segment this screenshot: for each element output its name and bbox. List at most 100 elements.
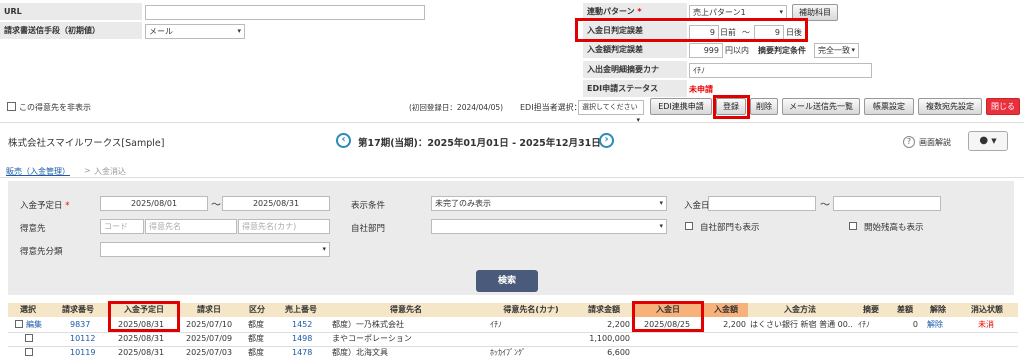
chevron-down-icon: ▼: [991, 137, 997, 145]
col-customer-kana: 得意先名(カナ): [503, 305, 559, 314]
prev-period-icon[interactable]: ‹: [336, 133, 351, 148]
due-to-input[interactable]: 2025/08/31: [222, 196, 330, 211]
row-kind: 都度: [248, 334, 264, 343]
amount-error-label: 入金額判定誤差: [583, 41, 687, 58]
kana-label: 入出金明細摘要カナ: [583, 61, 687, 78]
row-checkbox[interactable]: [25, 334, 33, 342]
url-input[interactable]: [145, 5, 425, 20]
col-payamount: 入金額: [714, 305, 738, 314]
row-sale-no[interactable]: 1478: [292, 347, 312, 359]
edi-person-label: EDI担当者選択：: [520, 103, 582, 112]
user-menu[interactable]: ● ▼: [968, 131, 1008, 151]
display-cond-label: 表示条件: [351, 201, 386, 211]
company-name: 株式会社スマイルワークス[Sample]: [8, 138, 165, 149]
row-invoice-no[interactable]: 10112: [70, 333, 95, 345]
row-kind: 都度: [248, 320, 264, 329]
row-invoice-date: 2025/07/10: [186, 320, 233, 329]
dept-show-label: 自社部門も表示: [700, 223, 760, 233]
breadcrumb-current: 入金消込: [94, 167, 126, 176]
row-due-date: 2025/08/31: [118, 348, 165, 357]
breadcrumb-parent[interactable]: 販売（入金管理）: [6, 166, 70, 177]
highlight-paydate: [632, 301, 704, 332]
amount-error-input[interactable]: 999: [689, 43, 723, 58]
next-period-icon[interactable]: ›: [599, 133, 614, 148]
row-invoice-no[interactable]: 9837: [70, 319, 90, 331]
row-cancel-link[interactable]: 解除: [927, 319, 943, 331]
chevron-down-icon: ▾: [636, 116, 640, 124]
col-select: 選択: [20, 305, 36, 314]
summary-cond-select[interactable]: 完全一致 ▾: [814, 43, 859, 58]
row-customer: 都度）一乃株式会社: [332, 320, 404, 329]
row-paymethod: はくさい銀行 新宿 普通 00...: [750, 320, 852, 329]
col-diff: 差額: [897, 305, 913, 314]
url-label: URL: [0, 3, 142, 20]
category-select[interactable]: ▾: [100, 242, 330, 257]
row-amount: 2,200: [607, 320, 630, 329]
customer-kana-input[interactable]: 得意先名(カナ): [238, 219, 330, 234]
due-from-input[interactable]: 2025/08/01: [100, 196, 208, 211]
col-kind: 区分: [249, 305, 265, 314]
breadcrumb-sep: >: [84, 166, 91, 175]
row-sale-no[interactable]: 1498: [292, 333, 312, 345]
row-customer-kana: ｲﾁﾉ: [490, 320, 502, 329]
customer-label: 得意先: [20, 224, 46, 234]
col-amount: 請求金額: [588, 305, 620, 314]
row-amount: 1,100,000: [589, 334, 630, 343]
paydate-to-input[interactable]: [833, 196, 941, 211]
customer-name-input[interactable]: 得意先名: [145, 219, 237, 234]
form-settings-button[interactable]: 帳票設定: [864, 98, 914, 115]
hide-customer-checkbox[interactable]: [7, 102, 16, 111]
due-date-label: 入金予定日 *: [20, 201, 70, 211]
divider: [0, 177, 1024, 178]
display-cond-select[interactable]: 未完了のみ表示 ▾: [431, 196, 667, 211]
divider: [0, 122, 1024, 123]
col-paymethod: 入金方法: [784, 305, 816, 314]
send-method-select[interactable]: メール ▾: [145, 24, 245, 39]
period-title: 第17期(当期)：2025年01月01日 - 2025年12月31日: [358, 138, 601, 149]
user-icon: ●: [979, 135, 989, 146]
kana-input[interactable]: ｲﾁﾉ: [689, 63, 872, 78]
row-checkbox[interactable]: [15, 320, 23, 328]
row-amount: 6,600: [607, 348, 630, 357]
chevron-down-icon: ▾: [322, 245, 326, 253]
row-customer: まやコーポレーション: [332, 334, 412, 343]
row-status: 未消: [978, 320, 994, 329]
link-pattern-value: 売上パターン1: [693, 8, 746, 17]
delete-button[interactable]: 削除: [750, 98, 778, 115]
search-button[interactable]: 検索: [476, 270, 538, 292]
row-due-date: 2025/08/31: [118, 334, 165, 343]
edi-apply-button[interactable]: EDI連携申請: [650, 98, 712, 115]
edi-status-value: 未申請: [689, 85, 713, 94]
row-sale-no[interactable]: 1452: [292, 319, 312, 331]
close-button[interactable]: 閉じる: [986, 98, 1020, 115]
first-registered: (初回登録日：2024/04/05): [409, 103, 504, 112]
edi-person-select[interactable]: 選択してください ▾: [578, 100, 644, 124]
col-status: 消込状態: [971, 305, 1003, 314]
chevron-down-icon: ▾: [659, 222, 663, 230]
dept-show-checkbox[interactable]: [685, 222, 693, 230]
category-label: 得意先分類: [20, 247, 63, 257]
row-invoice-date: 2025/07/03: [186, 348, 233, 357]
multi-dest-button[interactable]: 複数宛先設定: [918, 98, 982, 115]
edi-status-label: EDI申請ステータス: [583, 80, 687, 97]
summary-cond-value: 完全一致: [818, 46, 850, 55]
paydate-from-input[interactable]: [708, 196, 816, 211]
tilde: ～: [820, 200, 830, 211]
col-sale-no: 売上番号: [285, 305, 317, 314]
row-invoice-no[interactable]: 10119: [70, 347, 95, 359]
row-checkbox[interactable]: [25, 348, 33, 356]
col-customer: 得意先名: [390, 305, 422, 314]
dept-select[interactable]: ▾: [431, 219, 667, 234]
row-edit-link[interactable]: 編集: [26, 319, 42, 331]
row-customer: 都度）北海文具: [332, 348, 388, 357]
help-link[interactable]: 画面解説: [919, 137, 951, 148]
start-balance-checkbox[interactable]: [849, 222, 857, 230]
help-icon[interactable]: ?: [903, 136, 915, 148]
highlight-date-error: [575, 18, 808, 42]
dept-label: 自社部門: [351, 224, 386, 234]
row-kind: 都度: [248, 348, 264, 357]
mail-list-button[interactable]: メール送信先一覧: [782, 98, 860, 115]
customer-code-input[interactable]: コード: [100, 219, 144, 234]
paydate-label: 入金日: [684, 201, 710, 211]
row-memo: ｲﾁﾉ: [858, 320, 870, 329]
